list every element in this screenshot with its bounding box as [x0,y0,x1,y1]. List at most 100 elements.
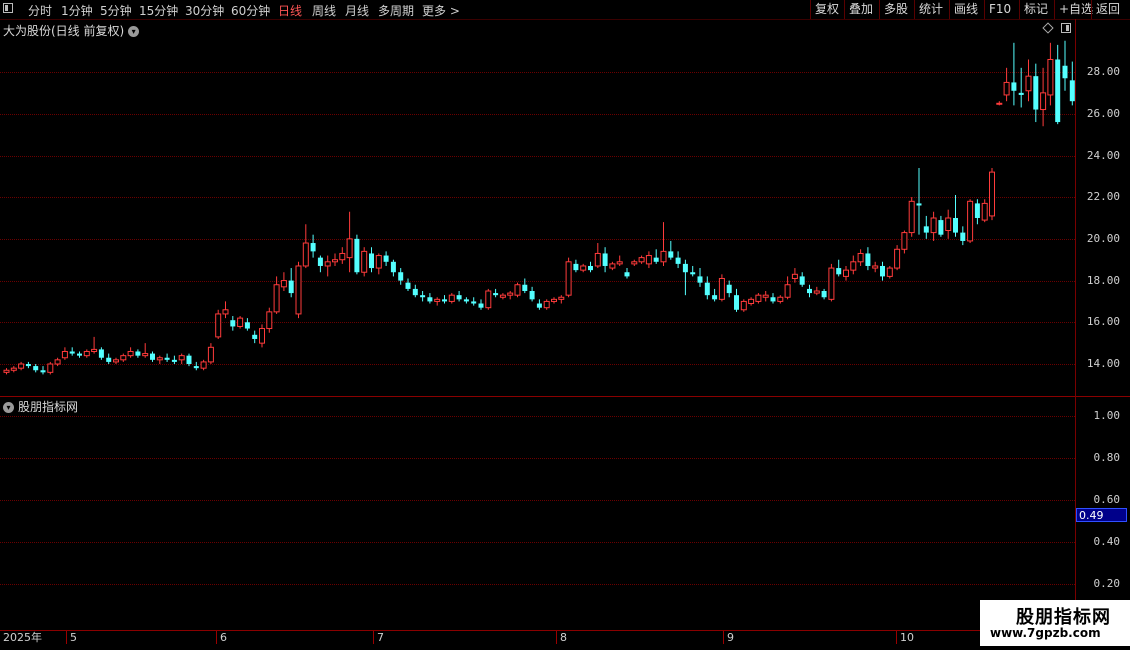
candle [10,366,17,373]
candle [361,247,368,277]
candle [427,293,433,304]
candle-body [339,252,346,261]
candle-body [682,263,688,273]
candle-body [1062,65,1068,79]
candle-body [645,255,652,265]
candle [594,243,601,269]
candle [127,347,134,358]
candle-body [375,255,382,269]
candle [880,261,885,281]
candle-body [288,280,294,294]
candle [1047,42,1054,106]
candle [740,299,747,312]
candle [989,167,995,221]
candle [1003,67,1010,102]
candle [463,297,469,304]
candle-body [953,218,958,233]
candle-body [405,282,411,289]
candle [690,265,696,277]
candle [675,251,681,269]
candle-body [514,284,521,296]
candle-body [25,364,31,367]
candle [704,276,710,300]
candle-body [588,265,593,271]
candle-body [135,351,141,356]
candle [762,291,769,302]
candle-body [967,200,974,242]
candle [178,353,185,364]
candle-body [420,295,426,298]
candle [54,357,61,367]
candle [923,215,929,239]
candle-body [120,355,127,361]
candle [799,272,805,287]
candle [171,355,177,364]
candle-body [40,370,46,373]
candle [573,259,579,273]
candle [522,278,528,294]
candle-body [813,290,820,294]
candle-body [266,311,273,330]
candle-body [280,280,287,288]
candle-body [974,203,980,218]
candle [25,361,31,369]
candle [565,257,572,298]
candle [207,343,214,364]
date-label: 7 [373,631,384,644]
candle [383,251,389,266]
candle [193,361,199,371]
candle [945,209,952,239]
candle-body [1025,75,1032,92]
candle [668,240,674,260]
candle-body [259,328,265,344]
candle-body [916,203,922,206]
candle [295,261,302,319]
candle-body [493,293,499,296]
candle [412,284,418,298]
candle [726,280,732,298]
watermark-url: www.7gpzb.com [990,626,1101,640]
candle-body [886,267,893,277]
candle-body [456,295,462,300]
candle-body [901,232,908,250]
candle [200,359,207,371]
candle-body [594,252,601,267]
candle [1033,63,1039,123]
candle [1018,67,1024,108]
date-label: 8 [556,631,567,644]
candle-body [609,263,616,269]
candle [580,263,587,273]
candle-body [222,309,229,315]
candle [142,343,149,358]
candle [448,293,455,304]
date-label: 6 [216,631,227,644]
candle-body [69,351,75,354]
candle-body [894,248,901,269]
candle [91,336,98,354]
candle-body [295,265,302,315]
candle [697,268,703,287]
candle-body [1040,92,1047,111]
candle-body [164,357,170,360]
candle-body [1055,59,1061,123]
candle-body [434,298,441,302]
candle [113,357,119,364]
candle [813,286,820,296]
candle-body [675,257,681,264]
candle-body [616,261,623,265]
candle [302,224,309,269]
panel-separator [0,396,1130,397]
candle [106,353,112,364]
candle [478,299,484,310]
chevron-down-icon[interactable]: ▾ [3,402,14,413]
candle [894,245,901,271]
candle [222,301,229,319]
candle-body [324,261,331,267]
candle-body [193,366,199,369]
candle-body [310,243,316,252]
candle-body [332,259,338,263]
indicator-label: 0.40 [1093,535,1121,548]
candle [514,282,521,298]
candle-body [427,297,433,302]
candle-body [127,350,134,357]
